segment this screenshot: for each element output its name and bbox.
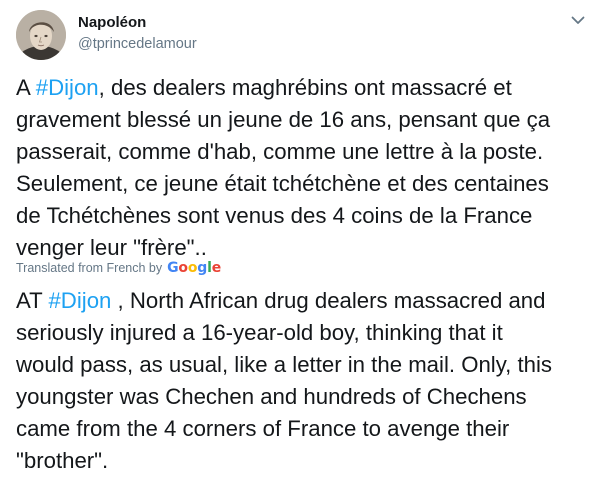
original-body: , des dealers maghrébins ont massacré et… [16,75,551,260]
hashtag-link[interactable]: #Dijon [36,75,99,100]
author-handle[interactable]: @tprincedelamour [78,34,197,54]
translation-label: Translated from French by [16,261,163,275]
hashtag-link[interactable]: #Dijon [48,288,111,313]
chevron-down-icon [571,16,585,24]
author-name[interactable]: Napoléon [78,13,146,33]
translated-body: , North African drug dealers massacred a… [16,288,553,473]
tweet-menu-button[interactable] [568,12,588,28]
avatar[interactable] [16,10,66,60]
original-prefix: A [16,75,36,100]
original-tweet-text: A #Dijon, des dealers maghrébins ont mas… [16,72,596,264]
google-logo[interactable]: Google [167,260,221,276]
translated-tweet-text: AT #Dijon , North African drug dealers m… [16,285,596,477]
translated-prefix: AT [16,288,49,313]
portrait-icon [16,10,66,60]
tweet: Napoléon @tprincedelamour A #Dijon, des … [0,0,605,473]
translation-attribution: Translated from French by Google [16,258,221,278]
